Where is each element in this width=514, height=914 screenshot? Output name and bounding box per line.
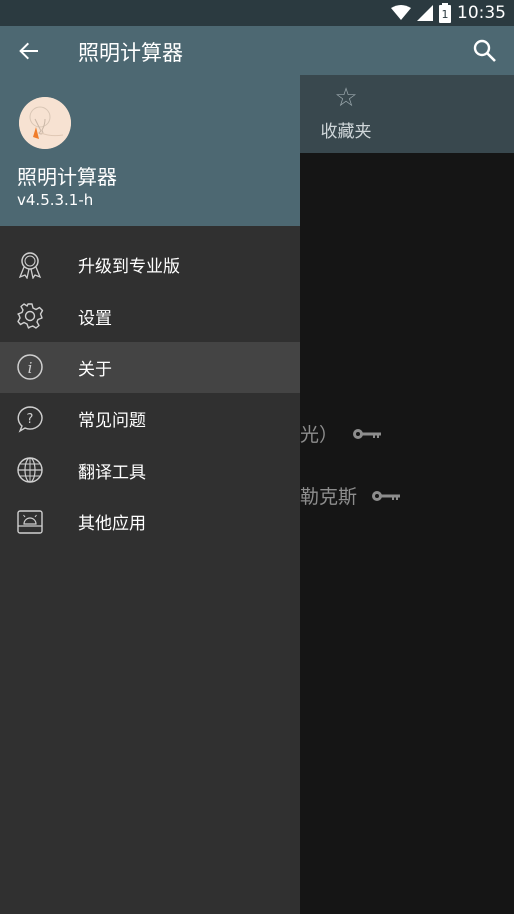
menu-item-label: 关于 xyxy=(78,359,112,380)
menu-item-about[interactable]: i 关于 xyxy=(0,341,300,394)
app-bar-title: 照明计算器 xyxy=(78,41,183,65)
award-icon xyxy=(16,251,44,279)
status-icons: 1 10:35 xyxy=(391,3,506,23)
question-bubble-icon: ? xyxy=(16,405,44,433)
app-logo xyxy=(19,97,71,149)
tab-favorites-label: 收藏夹 xyxy=(320,122,372,142)
battery-icon: 1 xyxy=(439,3,451,23)
menu-item-faq[interactable]: ? 常见问题 xyxy=(0,393,300,444)
menu-item-label: 升级到专业版 xyxy=(78,257,180,278)
tab-favorites[interactable]: ☆ 收藏夹 xyxy=(300,75,392,153)
drawer-version: v4.5.3.1-h xyxy=(17,191,94,209)
light-bulb-icon xyxy=(19,97,71,149)
globe-icon xyxy=(16,456,44,484)
navigation-drawer: 照明计算器 v4.5.3.1-h 升级到专业版 设置 i 关于 ? 常见问题 翻… xyxy=(0,75,300,914)
svg-text:i: i xyxy=(28,359,33,377)
menu-item-label: 翻译工具 xyxy=(78,462,146,483)
signal-icon xyxy=(417,5,433,21)
svg-text:1: 1 xyxy=(442,8,449,21)
wifi-icon xyxy=(391,5,411,20)
list-item[interactable]: 勒克斯 xyxy=(300,482,401,509)
menu-item-upgrade-pro[interactable]: 升级到专业版 xyxy=(0,239,300,290)
key-icon xyxy=(372,490,401,501)
android-icon xyxy=(16,508,44,536)
star-icon: ☆ xyxy=(334,83,358,113)
info-icon: i xyxy=(16,353,44,381)
menu-item-other-apps[interactable]: 其他应用 xyxy=(0,496,300,547)
menu-item-label: 其他应用 xyxy=(78,514,146,535)
menu-item-settings[interactable]: 设置 xyxy=(0,290,300,341)
drawer-menu: 升级到专业版 设置 i 关于 ? 常见问题 翻译工具 其他应用 xyxy=(0,239,300,547)
app-bar: 照明计算器 xyxy=(0,26,514,75)
list-item-label: 勒克斯 xyxy=(300,486,358,508)
search-button[interactable] xyxy=(470,36,500,66)
list-item-label: 光） xyxy=(300,424,339,446)
menu-item-label: 设置 xyxy=(78,308,112,329)
arrow-left-icon xyxy=(19,42,38,60)
status-bar: 1 10:35 xyxy=(0,0,514,26)
menu-item-label: 常见问题 xyxy=(78,411,146,432)
drawer-app-name: 照明计算器 xyxy=(17,165,117,189)
drawer-header: 照明计算器 v4.5.3.1-h xyxy=(0,75,300,226)
key-icon xyxy=(353,428,382,439)
gear-icon xyxy=(16,302,44,330)
svg-text:?: ? xyxy=(27,412,34,427)
menu-item-translation[interactable]: 翻译工具 xyxy=(0,445,300,496)
list-item[interactable]: 光） xyxy=(300,420,382,447)
status-time: 10:35 xyxy=(457,3,506,23)
back-button[interactable] xyxy=(14,36,44,66)
search-icon xyxy=(473,39,496,62)
